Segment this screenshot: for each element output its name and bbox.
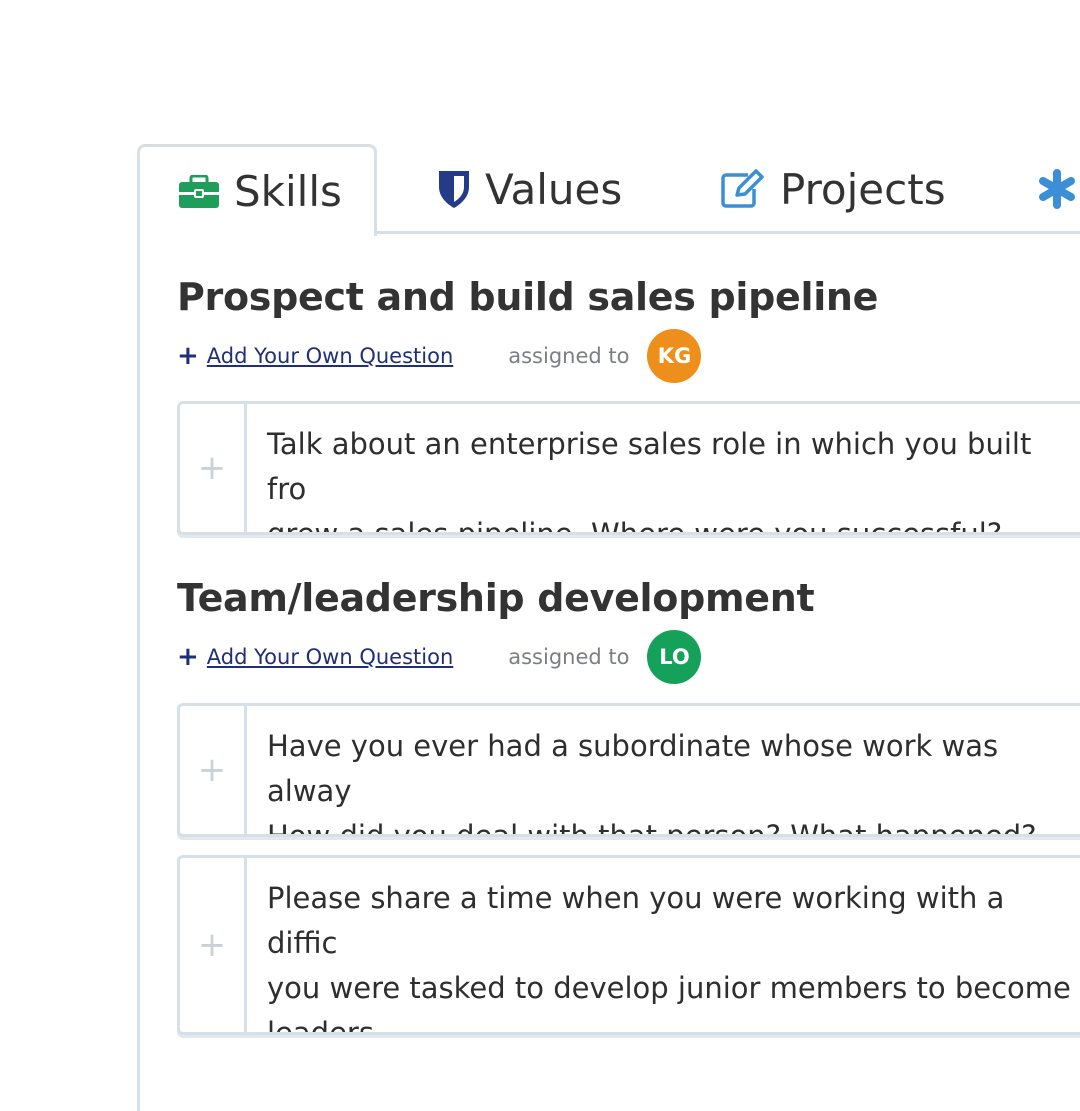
question-card[interactable]: + Please share a time when you were work… <box>177 855 1080 1035</box>
edit-icon <box>720 169 766 209</box>
tab-projects[interactable]: Projects <box>720 144 946 234</box>
skill-meta: + Add Your Own Question assigned to LO <box>177 629 702 685</box>
tab-bar: Skills Values Projects <box>137 144 1080 236</box>
add-question-label: Add Your Own Question <box>206 344 454 368</box>
shield-icon <box>437 169 471 209</box>
skill-title: Team/leadership development <box>177 576 815 620</box>
add-question-plus-icon[interactable]: + <box>180 858 247 1032</box>
tab-more[interactable] <box>1037 144 1080 234</box>
briefcase-icon <box>178 174 220 209</box>
question-text: Please share a time when you were workin… <box>267 881 1071 1032</box>
tab-skills[interactable]: Skills <box>137 144 377 236</box>
question-text: Talk about an enterprise sales role in w… <box>267 427 1032 532</box>
question-card[interactable]: + Talk about an enterprise sales role in… <box>177 401 1080 535</box>
assigned-to-label: assigned to <box>508 344 630 368</box>
add-question-link[interactable]: + Add Your Own Question <box>177 341 453 371</box>
asterisk-icon <box>1037 169 1077 209</box>
assigned-to-label: assigned to <box>508 645 630 669</box>
add-question-link[interactable]: + Add Your Own Question <box>177 642 453 672</box>
plus-icon: + <box>177 341 199 371</box>
plus-icon: + <box>177 642 199 672</box>
add-question-plus-icon[interactable]: + <box>180 706 247 834</box>
assignee-avatar[interactable]: KG <box>647 329 702 383</box>
add-question-label: Add Your Own Question <box>206 645 454 669</box>
assignee-avatar[interactable]: LO <box>647 630 702 684</box>
tab-skills-label: Skills <box>234 167 342 216</box>
tab-values[interactable]: Values <box>437 144 622 234</box>
question-text: Have you ever had a subordinate whose wo… <box>267 729 1037 834</box>
skill-meta: + Add Your Own Question assigned to KG <box>177 328 702 384</box>
tab-projects-label: Projects <box>780 164 946 214</box>
question-card[interactable]: + Have you ever had a subordinate whose … <box>177 703 1080 837</box>
add-question-plus-icon[interactable]: + <box>180 404 247 532</box>
skill-title: Prospect and build sales pipeline <box>177 275 879 319</box>
tab-values-label: Values <box>485 164 623 214</box>
